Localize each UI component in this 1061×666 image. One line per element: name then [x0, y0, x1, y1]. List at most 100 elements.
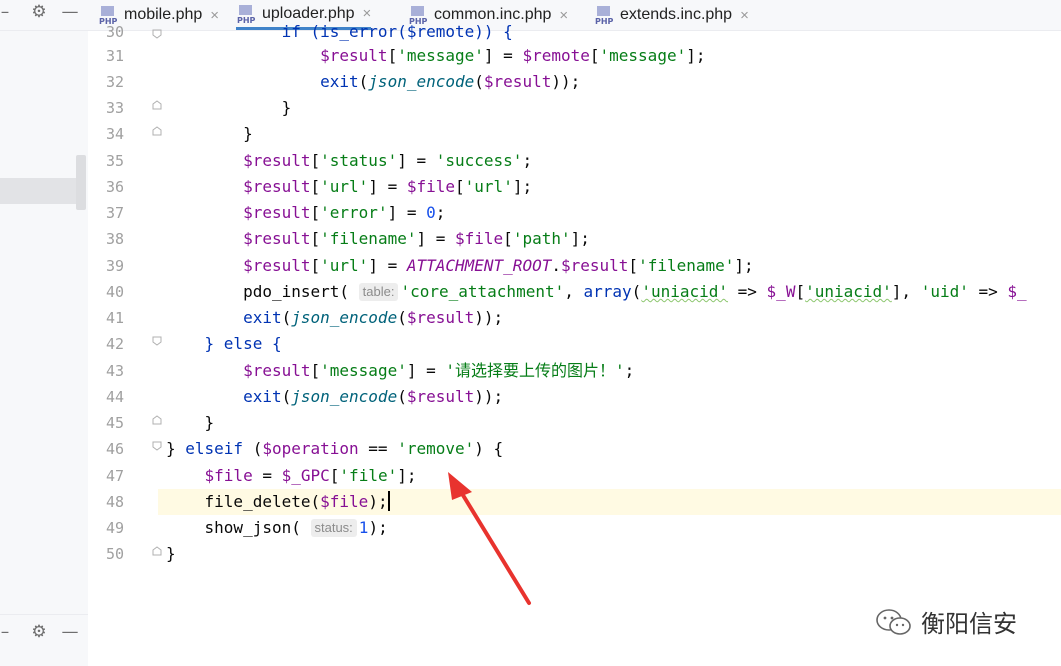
code-token: 'error': [320, 203, 388, 222]
code-token: } else {: [204, 334, 282, 353]
code-line-34: }: [166, 124, 253, 143]
code-line-49: show_json( status: 1);: [204, 518, 388, 537]
code-token: $result: [406, 387, 475, 406]
code-token: exit: [243, 308, 282, 327]
code-token: $_GPC: [281, 466, 330, 485]
code-line-36: $result['url'] = $file['url'];: [243, 177, 533, 196]
line-number: 31: [105, 47, 124, 65]
line-number: 36: [105, 178, 124, 196]
code-line-32: exit(json_encode($result));: [320, 72, 581, 91]
line-number: 41: [105, 309, 124, 327]
line-number: 40: [105, 283, 124, 301]
code-token: $file: [455, 229, 504, 248]
line-number: 42: [105, 335, 124, 353]
parameter-hint: table:: [358, 283, 399, 301]
code-line-50: }: [166, 544, 176, 563]
line-number: 47: [105, 467, 124, 485]
code-token: $result: [243, 177, 311, 196]
code-token: ] =: [483, 46, 523, 65]
code-token: 'remove': [397, 439, 475, 458]
code-token: '请选择要上传的图片！': [445, 361, 625, 380]
code-token: 'url': [464, 177, 513, 196]
divider: [0, 614, 88, 615]
watermark-text: 衡阳信安: [921, 610, 1017, 638]
code-token: 'uid': [920, 282, 969, 301]
code-token: exit: [320, 72, 359, 91]
code-token: 'message': [599, 46, 687, 65]
code-token: $result: [243, 361, 311, 380]
code-token: ATTACHMENT_ROOT: [406, 256, 552, 275]
code-token: 'success': [435, 151, 523, 170]
code-token: $_W: [766, 282, 796, 301]
code-token: 'url': [320, 177, 369, 196]
line-number: 43: [105, 362, 124, 380]
code-line-47: $file = $_GPC['file'];: [204, 466, 417, 485]
selected-tree-item[interactable]: [0, 178, 86, 204]
code-token: $file: [320, 492, 369, 511]
panel-scrollbar[interactable]: [76, 155, 86, 210]
code-line-45: }: [166, 413, 215, 432]
line-number: 38: [105, 230, 124, 248]
code-token: elseif: [185, 439, 244, 458]
code-token: 'filename': [638, 256, 735, 275]
code-token: 'message': [320, 361, 407, 380]
code-token: 'filename': [320, 229, 417, 248]
code-token: $result: [243, 203, 311, 222]
line-number: 35: [105, 152, 124, 170]
line-number: 44: [105, 388, 124, 406]
minimize-icon[interactable]: —: [60, 2, 80, 22]
code-token: 'core_attachment': [400, 282, 565, 301]
code-line-40: pdo_insert( table:'core_attachment', arr…: [243, 282, 1027, 301]
code-token: 'message': [397, 46, 484, 65]
gear-icon[interactable]: ⚙: [29, 2, 49, 22]
collapse-icon[interactable]: –: [0, 622, 10, 642]
code-token: json_encode: [368, 72, 475, 91]
line-number: 34: [105, 125, 124, 143]
code-token: exit: [243, 387, 282, 406]
code-token: 'url': [320, 256, 369, 275]
code-line-42: } else {: [166, 331, 282, 357]
code-token: $_: [1007, 282, 1027, 301]
code-token: 'uniacid': [641, 282, 729, 301]
code-token: $operation: [262, 439, 359, 458]
code-text: if (is_error($remote)) {: [281, 22, 513, 41]
line-number: 39: [105, 257, 124, 275]
code-token: 'status': [320, 151, 398, 170]
line-number: 49: [105, 519, 124, 537]
line-number: 30: [105, 23, 124, 41]
code-line-43: $result['message'] = '请选择要上传的图片！';: [243, 361, 635, 380]
code-line-37: $result['error'] = 0;: [243, 203, 446, 222]
code-token: json_encode: [291, 308, 398, 327]
code-token: json_encode: [291, 387, 398, 406]
code-token: 0: [426, 203, 436, 222]
gear-icon[interactable]: ⚙: [29, 622, 49, 642]
line-number-gutter: 30 31 32 33 34 35 36 37 38 39 40 41 42 4…: [88, 23, 162, 666]
code-token: $file: [204, 466, 253, 485]
code-line-46: } elseif ($operation == 'remove') {: [166, 439, 504, 458]
minimize-icon[interactable]: —: [60, 622, 80, 642]
collapse-icon[interactable]: –: [0, 2, 10, 22]
code-line-31: $result['message'] = $remote['message'];: [320, 46, 706, 65]
code-line-39: $result['url'] = ATTACHMENT_ROOT.$result…: [243, 256, 754, 275]
code-token: pdo_insert: [243, 282, 340, 301]
code-token: $result: [243, 256, 311, 275]
code-line-41: exit(json_encode($result));: [243, 308, 504, 327]
code-token: file_delete: [204, 492, 311, 511]
code-token: $result: [243, 151, 311, 170]
line-number: 32: [105, 73, 124, 91]
code-token: $result: [560, 256, 629, 275]
line-number: 48: [105, 493, 124, 511]
parameter-hint: status:: [310, 519, 357, 537]
line-number: 37: [105, 204, 124, 222]
code-token: 'uniacid': [805, 282, 892, 301]
code-line-33: }: [166, 98, 292, 117]
text-cursor: [387, 491, 390, 511]
project-tool-panel: – ⚙ — – ⚙ —: [0, 0, 89, 666]
line-number: 50: [105, 545, 124, 563]
line-number: 45: [105, 414, 124, 432]
code-token: 'file': [339, 466, 398, 485]
code-editor[interactable]: if (is_error($remote)) { $result['messag…: [158, 0, 1061, 666]
code-line-35: $result['status'] = 'success';: [243, 151, 533, 170]
code-line-30: if (is_error($remote)) {: [166, 19, 513, 45]
code-token: $result: [243, 229, 311, 248]
